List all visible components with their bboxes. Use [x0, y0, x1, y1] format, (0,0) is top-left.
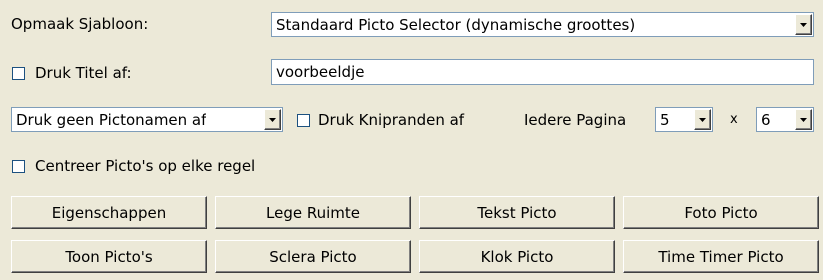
rows-select-value: 6: [761, 110, 771, 129]
chevron-down-icon: [269, 117, 276, 122]
print-title-checkbox[interactable]: [12, 67, 25, 80]
empty-space-button[interactable]: Lege Ruimte: [215, 196, 411, 229]
rows-dropdown-button[interactable]: [795, 109, 812, 130]
chevron-down-icon: [800, 117, 807, 122]
show-pictos-button[interactable]: Toon Picto's: [11, 240, 207, 273]
per-page-separator: x: [730, 112, 738, 127]
columns-dropdown-button[interactable]: [694, 109, 711, 130]
sclera-picto-button[interactable]: Sclera Picto: [215, 240, 411, 273]
photo-picto-button[interactable]: Foto Picto: [623, 196, 819, 229]
template-label: Opmaak Sjabloon:: [11, 15, 149, 33]
template-select[interactable]: Standaard Picto Selector (dynamische gro…: [271, 12, 814, 37]
center-pictos-checkbox[interactable]: [12, 160, 25, 173]
properties-button[interactable]: Eigenschappen: [11, 196, 207, 229]
time-timer-picto-button[interactable]: Time Timer Picto: [623, 240, 819, 273]
title-input[interactable]: voorbeeldje: [271, 59, 814, 85]
picto-names-select[interactable]: Druk geen Pictonamen af: [11, 107, 283, 132]
rows-select[interactable]: 6: [756, 107, 814, 132]
text-picto-button[interactable]: Tekst Picto: [419, 196, 615, 229]
picto-names-select-value: Druk geen Pictonamen af: [16, 110, 207, 129]
columns-select-value: 5: [660, 110, 670, 129]
template-select-value: Standaard Picto Selector (dynamische gro…: [276, 15, 636, 34]
center-pictos-label: Centreer Picto's op elke regel: [35, 157, 256, 175]
print-title-label: Druk Titel af:: [35, 64, 132, 82]
chevron-down-icon: [800, 22, 807, 27]
chevron-down-icon: [699, 117, 706, 122]
per-page-label: Iedere Pagina: [524, 111, 627, 129]
template-dropdown-button[interactable]: [795, 14, 812, 35]
crop-marks-checkbox[interactable]: [297, 114, 310, 127]
clock-picto-button[interactable]: Klok Picto: [419, 240, 615, 273]
columns-select[interactable]: 5: [655, 107, 713, 132]
crop-marks-label: Druk Knipranden af: [318, 111, 465, 129]
picto-names-dropdown-button[interactable]: [264, 109, 281, 130]
